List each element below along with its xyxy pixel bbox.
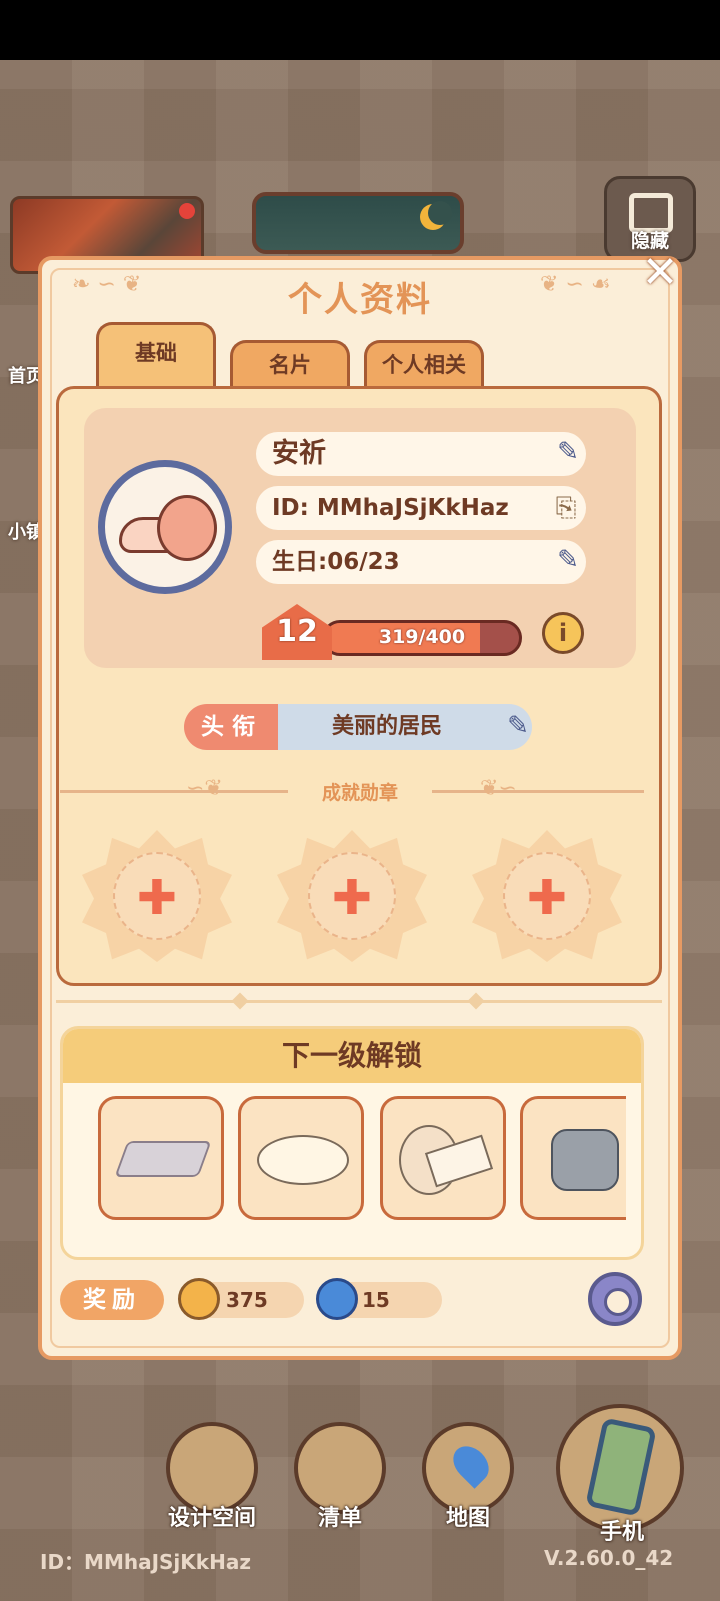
unlock-item-cushion[interactable]	[380, 1096, 506, 1220]
tab-basic[interactable]: 基础	[96, 322, 216, 388]
unlock-item-rug[interactable]	[98, 1096, 224, 1220]
snail-avatar-shell	[157, 495, 217, 561]
stool-icon	[551, 1129, 619, 1191]
plus-icon: ✚	[526, 870, 568, 926]
user-id-field: ID: MMhaJSjKkHaz	[256, 486, 586, 530]
info-icon[interactable]: i	[542, 612, 584, 654]
unlock-title: 下一级解锁	[63, 1029, 641, 1083]
modal-title: 个人资料	[288, 280, 432, 320]
plus-icon: ✚	[331, 870, 373, 926]
tab-card[interactable]: 名片	[230, 340, 350, 388]
unlock-item-stool[interactable]	[520, 1096, 626, 1220]
medal-circle: ✚	[308, 852, 396, 940]
weather-night-banner[interactable]	[252, 192, 464, 254]
level-badge: 12	[262, 604, 332, 660]
rug-icon	[114, 1141, 212, 1177]
phone-icon	[585, 1417, 657, 1517]
phone-label: 手机	[599, 1520, 644, 1545]
xp-text: 319/400	[378, 626, 466, 648]
plus-icon: ✚	[136, 870, 178, 926]
unlock-item-mat[interactable]	[238, 1096, 364, 1220]
section-separator	[56, 1000, 662, 1003]
tab-personal[interactable]: 个人相关	[364, 340, 484, 388]
medal-slot[interactable]: ✚	[472, 830, 622, 962]
edit-name-icon[interactable]: ✎	[550, 434, 586, 470]
list-label: 清单	[317, 1506, 362, 1531]
xp-progress-bar: 319/400	[322, 620, 522, 656]
nickname-field: 安祈	[256, 432, 586, 476]
level-number: 12	[276, 614, 318, 649]
footer-user-id: ID：MMhaJSjKkHaz	[40, 1550, 251, 1574]
moon-icon	[420, 201, 452, 230]
map-label: 地图	[445, 1506, 490, 1531]
reward-label: 奖励	[60, 1280, 164, 1320]
medal-circle: ✚	[503, 852, 591, 940]
edit-birthday-icon[interactable]: ✎	[550, 542, 586, 578]
edit-title-icon[interactable]: ✎	[500, 708, 536, 744]
phone-button[interactable]	[556, 1404, 684, 1532]
mat-icon	[257, 1135, 349, 1185]
medals-title: 成就勋章	[321, 782, 398, 804]
footer-version: V.2.60.0_42	[544, 1546, 674, 1570]
gem-icon	[316, 1278, 358, 1320]
notification-dot	[179, 203, 195, 219]
medal-slot[interactable]: ✚	[277, 830, 427, 962]
medal-circle: ✚	[113, 852, 201, 940]
design-space-label: 设计空间	[167, 1506, 256, 1531]
avatar[interactable]	[98, 460, 232, 594]
title-tag-value[interactable]: 美丽的居民	[278, 704, 532, 750]
coin-icon	[178, 1278, 220, 1320]
copy-icon[interactable]: ⎘	[548, 490, 584, 526]
gear-icon[interactable]	[588, 1272, 642, 1326]
map-pin-icon	[446, 1439, 496, 1489]
medal-slot[interactable]: ✚	[82, 830, 232, 962]
birthday-field: 生日:06/23	[256, 540, 586, 584]
title-tag-label: 头衔	[184, 704, 280, 750]
